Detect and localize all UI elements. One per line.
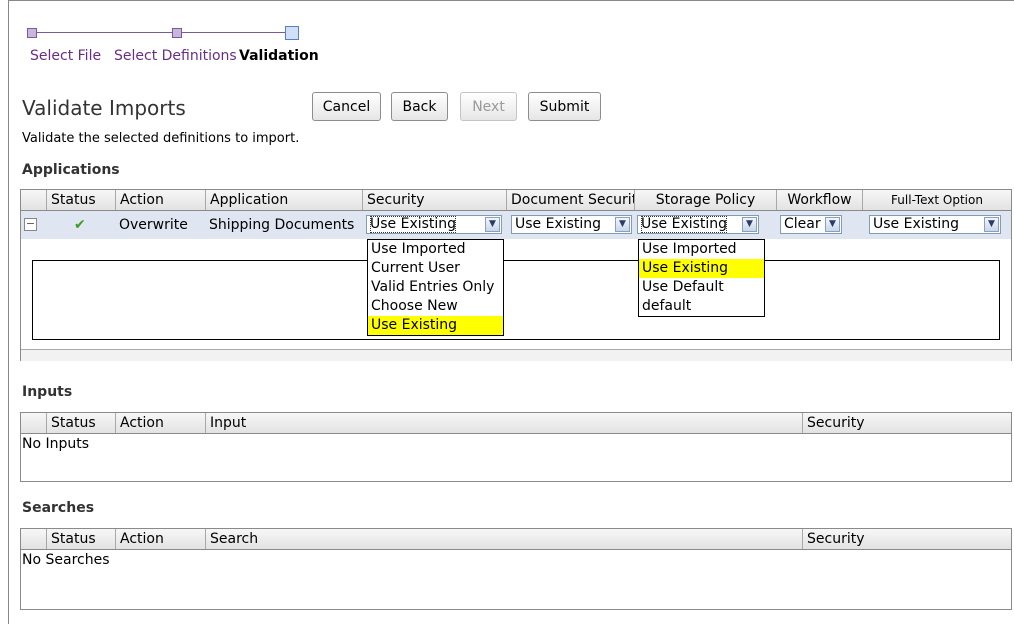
back-button[interactable]: Back [391, 92, 448, 121]
document-security-select[interactable]: Use Existing ▼ [511, 215, 632, 234]
row-detail-panel [32, 260, 1000, 340]
row-application: Shipping Documents [209, 217, 355, 233]
dropdown-option[interactable]: Choose New [368, 297, 503, 316]
searches-section-title: Searches [22, 500, 95, 516]
column-header-document-security[interactable]: Document Securit [507, 190, 635, 210]
column-header-status[interactable]: Status [47, 529, 116, 549]
empty-message: No Inputs [22, 436, 90, 452]
applications-table: Status Action Application Security Docum… [20, 189, 1012, 361]
applications-section-title: Applications [22, 162, 120, 178]
submit-button[interactable]: Submit [528, 92, 601, 121]
wizard-train: Select File Select Definitions Validatio… [27, 26, 347, 68]
chevron-down-icon[interactable]: ▼ [825, 217, 840, 232]
column-header-select [21, 190, 47, 210]
train-stop-select-definitions[interactable] [172, 28, 182, 38]
column-header-security[interactable]: Security [363, 190, 507, 210]
train-rail [37, 32, 172, 33]
table-footer-strip [21, 349, 1011, 361]
column-header-security[interactable]: Security [803, 529, 1011, 549]
column-header-action[interactable]: Action [116, 190, 206, 210]
page-left-border [8, 0, 9, 624]
chevron-down-icon[interactable]: ▼ [984, 217, 999, 232]
column-header-application[interactable]: Application [206, 190, 363, 210]
storage-policy-select-value: Use Existing [641, 216, 728, 233]
column-header-search[interactable]: Search [206, 529, 803, 549]
train-stop-select-file[interactable] [27, 28, 37, 38]
row-action: Overwrite [119, 217, 188, 233]
next-button: Next [460, 92, 517, 121]
inputs-table-header: Status Action Input Security [21, 413, 1011, 434]
applications-table-header: Status Action Application Security Docum… [21, 190, 1011, 211]
inputs-section-title: Inputs [22, 384, 73, 400]
workflow-select[interactable]: Clear ▼ [780, 215, 842, 234]
page-title: Validate Imports [22, 96, 186, 120]
dropdown-option[interactable]: default [639, 297, 764, 316]
column-header-full-text-option[interactable]: Full-Text Option [863, 190, 1011, 210]
full-text-option-select[interactable]: Use Existing ▼ [869, 215, 1001, 234]
security-dropdown-list: Use Imported Current User Valid Entries … [367, 239, 504, 336]
workflow-select-value: Clear [784, 216, 821, 232]
column-header-select [21, 413, 47, 433]
train-rail [182, 32, 287, 33]
page-top-border [8, 0, 1014, 1]
storage-policy-select[interactable]: Use Existing ▼ [637, 215, 759, 234]
empty-message: No Searches [22, 552, 110, 568]
dropdown-option-selected[interactable]: Use Existing [368, 316, 503, 335]
dropdown-option[interactable]: Use Imported [368, 240, 503, 259]
dropdown-option[interactable]: Current User [368, 259, 503, 278]
checkmark-icon: ✔ [74, 217, 86, 233]
full-text-option-select-value: Use Existing [873, 216, 960, 232]
train-link-select-file[interactable]: Select File [30, 48, 101, 64]
column-header-status[interactable]: Status [47, 190, 116, 210]
searches-table: Status Action Search Security No Searche… [20, 528, 1012, 610]
column-header-workflow[interactable]: Workflow [777, 190, 863, 210]
storage-policy-dropdown-list: Use Imported Use Existing Use Default de… [638, 239, 765, 317]
chevron-down-icon[interactable]: ▼ [615, 217, 630, 232]
security-select-value: Use Existing [370, 216, 457, 233]
train-label-validation: Validation [239, 48, 319, 64]
dropdown-option[interactable]: Use Default [639, 278, 764, 297]
dropdown-option[interactable]: Valid Entries Only [368, 278, 503, 297]
column-header-security[interactable]: Security [803, 413, 1011, 433]
column-header-select [21, 529, 47, 549]
column-header-status[interactable]: Status [47, 413, 116, 433]
dropdown-option-selected[interactable]: Use Existing [639, 259, 764, 278]
security-select[interactable]: Use Existing ▼ [366, 215, 502, 234]
collapse-minus-icon[interactable]: − [24, 218, 37, 231]
inputs-table: Status Action Input Security No Inputs [20, 412, 1012, 482]
chevron-down-icon[interactable]: ▼ [485, 217, 500, 232]
cancel-button[interactable]: Cancel [312, 92, 381, 121]
column-header-storage-policy[interactable]: Storage Policy [635, 190, 777, 210]
column-header-action[interactable]: Action [116, 413, 206, 433]
searches-table-header: Status Action Search Security [21, 529, 1011, 550]
page-subtitle: Validate the selected definitions to imp… [22, 131, 300, 146]
train-link-select-definitions[interactable]: Select Definitions [114, 48, 237, 64]
document-security-select-value: Use Existing [515, 216, 602, 232]
column-header-action[interactable]: Action [116, 529, 206, 549]
train-stop-validation [285, 26, 299, 40]
column-header-input[interactable]: Input [206, 413, 803, 433]
table-row[interactable]: − ✔ Overwrite Shipping Documents Use Exi… [21, 211, 1011, 239]
chevron-down-icon[interactable]: ▼ [742, 217, 757, 232]
dropdown-option[interactable]: Use Imported [639, 240, 764, 259]
